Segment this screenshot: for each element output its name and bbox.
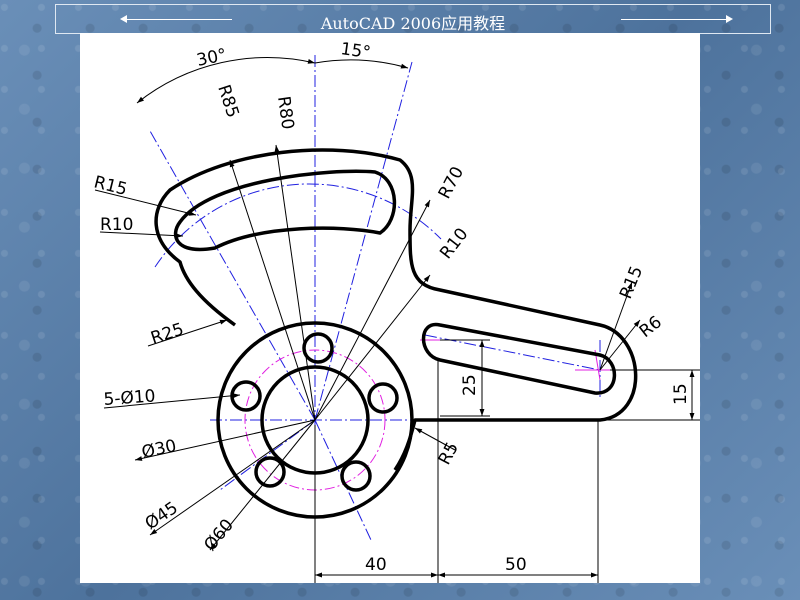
straight-slot: [421, 322, 617, 395]
dim-text-angle-30: 30°: [195, 45, 229, 71]
right-arrow-icon: [621, 15, 733, 23]
dim-text-r85: R85: [213, 82, 242, 120]
hole-lower-left: [254, 456, 286, 488]
dim-text-r10-right: R10: [436, 224, 472, 263]
hole-left: [230, 380, 262, 412]
center-line-30: [149, 130, 316, 421]
dim-text-holes: 5-Ø10: [103, 386, 156, 410]
dim-text-r70: R70: [435, 163, 468, 202]
dim-text-15: 15: [671, 383, 691, 405]
hole-right: [367, 382, 399, 414]
dim-text-50: 50: [505, 555, 527, 575]
dim-text-dia30: Ø30: [140, 436, 178, 463]
page-title: AutoCAD 2006应用教程: [320, 14, 506, 33]
dim-text-r10-left: R10: [100, 215, 133, 235]
hole-lower-right: [340, 460, 372, 492]
slot-center-arc: [154, 183, 442, 268]
dim-text-25: 25: [460, 374, 480, 396]
dimension-lines: [94, 57, 700, 583]
part-outline: [154, 148, 638, 519]
dim-text-dia60: Ø60: [200, 515, 238, 555]
dim-text-r15-slot: R15: [616, 263, 647, 302]
dim-text-40: 40: [365, 555, 387, 575]
hole-top: [302, 332, 334, 364]
title-bar: AutoCAD 2006应用教程: [55, 4, 771, 34]
dim-text-r15-left: R15: [92, 172, 129, 199]
cad-drawing-svg: 30° 15° R85 R80 R70 R10 R15 R10 R25 R15 …: [92, 39, 700, 583]
dim-text-r80: R80: [273, 95, 297, 131]
cad-drawing: 30° 15° R85 R80 R70 R10 R15 R10 R25 R15 …: [80, 33, 700, 583]
dim-text-r25: R25: [148, 319, 186, 348]
dim-text-r6: R6: [636, 312, 666, 342]
dim-text-angle-15: 15°: [339, 39, 372, 63]
dim-text-dia45: Ø45: [142, 498, 182, 534]
dim-text-r5: R5: [435, 439, 463, 468]
